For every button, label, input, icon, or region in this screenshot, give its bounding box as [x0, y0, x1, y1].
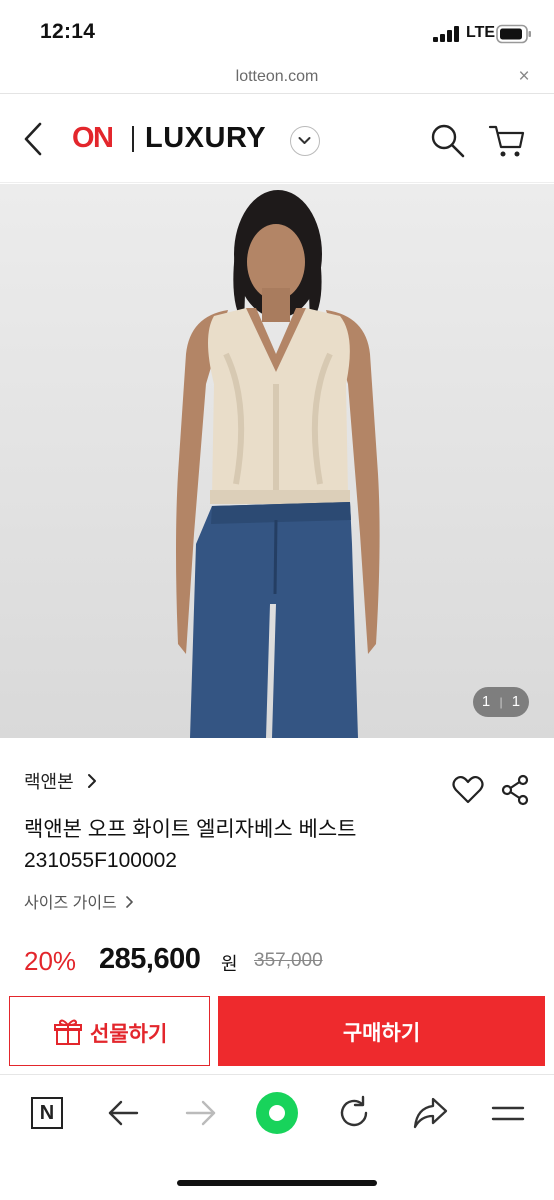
product-photo-illustration — [176, 190, 380, 738]
currency-unit: 원 — [221, 954, 238, 974]
buy-button[interactable]: 구매하기 — [218, 996, 545, 1066]
image-counter-current: 1 — [481, 693, 491, 710]
site-header: ON LUXURY — [0, 95, 554, 183]
product-image[interactable] — [0, 184, 554, 738]
product-name-line1: 랙앤본 오프 화이트 엘리자베스 베스트 — [24, 818, 357, 841]
menu-icon[interactable] — [491, 1100, 525, 1128]
original-price: 357,000 — [254, 950, 323, 971]
heart-icon[interactable] — [452, 775, 484, 805]
share-arrow-icon[interactable] — [412, 1096, 448, 1130]
status-bar: 12:14 LTE — [0, 0, 554, 60]
gift-icon — [54, 1019, 82, 1045]
image-counter-total: 1 — [511, 693, 521, 710]
logo-luxury[interactable]: LUXURY — [145, 122, 266, 155]
browser-url-bar: lotteon.com × — [0, 60, 554, 94]
url-text[interactable]: lotteon.com — [0, 68, 554, 86]
signal-icon — [433, 26, 459, 42]
sale-price: 285,600 — [99, 943, 201, 975]
logo-on[interactable]: ON — [72, 122, 114, 155]
product-code: 231055F100002 — [24, 849, 177, 872]
forward-arrow-icon[interactable] — [184, 1097, 218, 1129]
gift-button-label: 선물하기 — [90, 1023, 168, 1046]
close-icon[interactable]: × — [514, 66, 534, 88]
back-arrow-icon[interactable] — [106, 1097, 140, 1129]
discount-rate: 20% — [24, 946, 77, 976]
home-dot — [269, 1105, 285, 1121]
back-chevron-icon[interactable] — [20, 121, 48, 157]
search-icon[interactable] — [430, 123, 466, 159]
battery-icon — [496, 24, 531, 44]
size-guide-link[interactable]: 사이즈 가이드 — [24, 889, 135, 913]
home-green-icon[interactable] — [256, 1092, 298, 1134]
home-indicator — [177, 1180, 377, 1186]
size-guide-label: 사이즈 가이드 — [24, 895, 117, 912]
status-time: 12:14 — [40, 20, 96, 43]
dropdown-chevron-icon[interactable] — [290, 126, 320, 156]
chevron-right-icon — [126, 896, 134, 908]
chevron-right-icon[interactable] — [86, 771, 98, 791]
share-icon[interactable] — [500, 774, 530, 806]
counter-divider: | — [499, 695, 503, 709]
gift-button[interactable]: 선물하기 — [9, 996, 210, 1066]
cart-icon[interactable] — [488, 123, 526, 159]
image-counter-badge: 1 | 1 — [473, 687, 529, 717]
bottom-divider — [0, 1074, 554, 1075]
product-name: 랙앤본 오프 화이트 엘리자베스 베스트 231055F100002 — [24, 814, 464, 876]
brand-link[interactable]: 랙앤본 — [24, 768, 74, 794]
logo-divider — [132, 126, 134, 152]
buy-button-label: 구매하기 — [342, 1022, 421, 1045]
naver-n-icon[interactable]: N — [31, 1097, 63, 1129]
reload-icon[interactable] — [336, 1095, 372, 1131]
network-label: LTE — [466, 24, 496, 41]
